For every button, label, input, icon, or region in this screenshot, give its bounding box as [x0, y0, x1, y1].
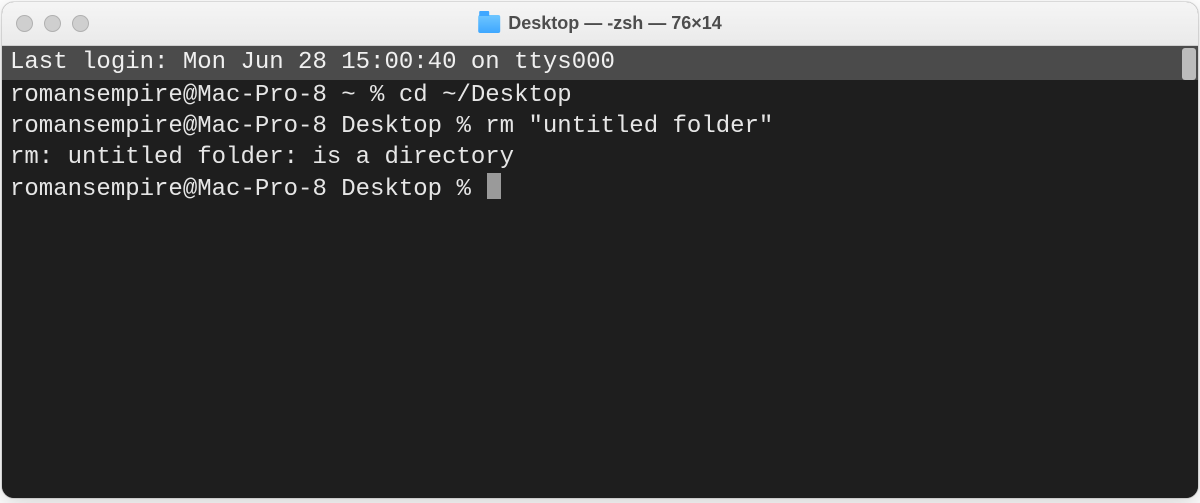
window-title-group: Desktop — -zsh — 76×14 — [478, 13, 722, 34]
zoom-window-button[interactable] — [72, 15, 89, 32]
folder-icon — [478, 15, 500, 33]
terminal-window: Desktop — -zsh — 76×14 Last login: Mon J… — [2, 2, 1198, 498]
window-title: Desktop — -zsh — 76×14 — [508, 13, 722, 34]
window-controls — [16, 15, 89, 32]
titlebar[interactable]: Desktop — -zsh — 76×14 — [2, 2, 1198, 46]
cursor-icon — [487, 173, 501, 199]
scrollbar[interactable] — [1182, 46, 1196, 498]
terminal-body[interactable]: Last login: Mon Jun 28 15:00:40 on ttys0… — [2, 46, 1198, 498]
terminal-line: rm: untitled folder: is a directory — [2, 142, 1198, 173]
scrollbar-thumb[interactable] — [1182, 48, 1196, 80]
terminal-prompt-line: romansempire@Mac-Pro-8 Desktop % — [2, 173, 1198, 205]
terminal-line: romansempire@Mac-Pro-8 Desktop % rm "unt… — [2, 111, 1198, 142]
last-login-line: Last login: Mon Jun 28 15:00:40 on ttys0… — [2, 46, 1198, 80]
terminal-line: romansempire@Mac-Pro-8 ~ % cd ~/Desktop — [2, 80, 1198, 111]
prompt-text: romansempire@Mac-Pro-8 Desktop % — [10, 176, 485, 203]
minimize-window-button[interactable] — [44, 15, 61, 32]
close-window-button[interactable] — [16, 15, 33, 32]
